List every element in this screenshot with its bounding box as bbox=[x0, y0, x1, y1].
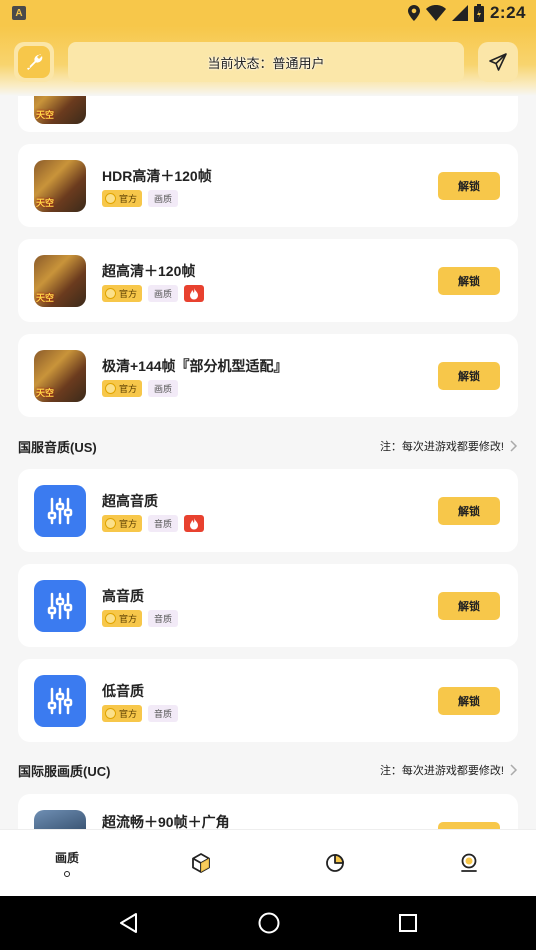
category-tag: 画质 bbox=[148, 285, 179, 302]
equalizer-icon bbox=[34, 675, 86, 727]
official-tag: 官方 bbox=[102, 610, 143, 627]
tab-quality[interactable]: 画质 bbox=[0, 830, 134, 896]
unlock-button[interactable]: 解锁 bbox=[438, 687, 500, 715]
section-header[interactable]: 国服音质(US) 注：每次进游戏都要修改! bbox=[18, 436, 518, 456]
section-title: 国服音质(US) bbox=[18, 439, 97, 455]
status-bar: A 2:24 bbox=[0, 0, 536, 26]
list-item[interactable]: 天空 超高清＋120帧 官方 画质 解锁 bbox=[18, 239, 518, 322]
hot-badge bbox=[184, 285, 205, 302]
game-thumbnail: 天空 bbox=[34, 255, 86, 307]
bottom-nav: 画质 bbox=[0, 829, 536, 896]
list-item[interactable]: 高音质 官方 音质 解锁 bbox=[18, 564, 518, 647]
category-tag: 音质 bbox=[148, 610, 179, 627]
category-tag: 画质 bbox=[148, 380, 179, 397]
section-note: 注：每次进游戏都要修改! bbox=[379, 441, 504, 453]
item-title: 超高清＋120帧 bbox=[102, 263, 196, 279]
unlock-button[interactable]: 解锁 bbox=[438, 172, 500, 200]
item-title: 超高音质 bbox=[102, 493, 158, 509]
user-status-bar: 当前状态：普通用户 bbox=[68, 42, 464, 82]
hot-badge bbox=[184, 515, 205, 532]
share-button[interactable] bbox=[478, 42, 518, 82]
active-indicator bbox=[64, 871, 70, 877]
tools-button[interactable] bbox=[14, 42, 54, 82]
location-icon bbox=[407, 5, 420, 21]
tab-stats[interactable] bbox=[268, 830, 402, 896]
category-tag: 音质 bbox=[148, 705, 179, 722]
fire-icon bbox=[190, 287, 199, 299]
list-item[interactable]: 低音质 官方 音质 解锁 bbox=[18, 659, 518, 742]
wifi-icon bbox=[425, 5, 446, 21]
chevron-right-icon bbox=[510, 764, 518, 776]
wrench-icon bbox=[27, 54, 43, 70]
section-header[interactable]: 国际服画质(UC) 注：每次进游戏都要修改! bbox=[18, 760, 518, 780]
section-title: 国际服画质(UC) bbox=[18, 763, 111, 779]
item-title: HDR高清＋120帧 bbox=[102, 168, 212, 184]
tab-cube[interactable] bbox=[134, 830, 268, 896]
item-title: 低音质 bbox=[102, 683, 144, 699]
tab-profile[interactable] bbox=[402, 830, 536, 896]
equalizer-icon bbox=[34, 580, 86, 632]
list-item[interactable]: 超高音质 官方 音质 解锁 bbox=[18, 469, 518, 552]
unlock-button[interactable] bbox=[438, 822, 500, 829]
section-note: 注：每次进游戏都要修改! bbox=[379, 765, 504, 777]
content-list[interactable]: 天空 官方 画质 解锁 天空 HDR高清＋120帧 官方 画质 解锁 天空 超高… bbox=[0, 96, 536, 829]
recents-icon[interactable] bbox=[398, 913, 418, 933]
game-thumbnail: 天空 bbox=[34, 160, 86, 212]
equalizer-icon bbox=[34, 485, 86, 537]
system-nav-bar bbox=[0, 896, 536, 950]
battery-icon bbox=[473, 4, 484, 22]
chevron-right-icon bbox=[510, 440, 518, 452]
send-icon bbox=[489, 53, 507, 71]
item-title: 极清+144帧『部分机型适配』 bbox=[102, 358, 288, 374]
home-icon[interactable] bbox=[257, 911, 281, 935]
list-item[interactable]: 天空 极清+144帧『部分机型适配』 官方 画质 解锁 bbox=[18, 334, 518, 417]
official-tag: 官方 bbox=[102, 190, 143, 207]
game-thumbnail: 天空 bbox=[34, 96, 86, 124]
signal-icon bbox=[451, 5, 468, 21]
official-tag: 官方 bbox=[102, 515, 143, 532]
list-item[interactable]: 天空 官方 画质 解锁 bbox=[18, 96, 518, 132]
tab-label: 画质 bbox=[54, 851, 79, 865]
item-title: 超流畅＋90帧＋广角 bbox=[102, 814, 230, 829]
item-title: 高音质 bbox=[102, 588, 144, 604]
official-tag: 官方 bbox=[102, 285, 143, 302]
back-icon[interactable] bbox=[118, 912, 140, 934]
app-header: 当前状态：普通用户 bbox=[0, 26, 536, 96]
notification-icon: A bbox=[12, 6, 26, 20]
game-thumbnail bbox=[34, 810, 86, 829]
unlock-button[interactable]: 解锁 bbox=[438, 592, 500, 620]
game-thumbnail: 天空 bbox=[34, 350, 86, 402]
unlock-button[interactable]: 解锁 bbox=[438, 267, 500, 295]
pie-chart-icon bbox=[326, 854, 344, 872]
official-tag: 官方 bbox=[102, 380, 143, 397]
category-tag: 画质 bbox=[148, 190, 179, 207]
unlock-button[interactable]: 解锁 bbox=[438, 362, 500, 390]
profile-icon bbox=[461, 853, 477, 872]
clock: 2:24 bbox=[489, 3, 526, 22]
fire-icon bbox=[190, 517, 199, 529]
list-item[interactable]: 天空 HDR高清＋120帧 官方 画质 解锁 bbox=[18, 144, 518, 227]
cube-icon bbox=[192, 853, 210, 873]
unlock-button[interactable]: 解锁 bbox=[438, 497, 500, 525]
list-item[interactable]: 超流畅＋90帧＋广角 bbox=[18, 794, 518, 829]
official-tag: 官方 bbox=[102, 705, 143, 722]
category-tag: 音质 bbox=[148, 515, 179, 532]
